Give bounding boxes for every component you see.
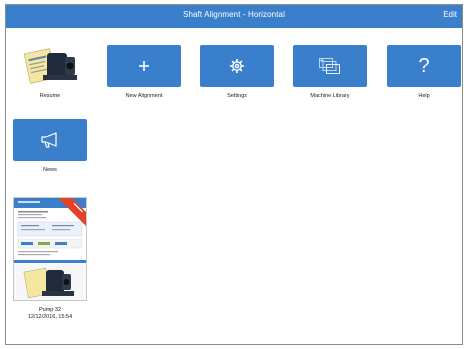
- device-image: [23, 48, 77, 84]
- resume-thumbnail: [13, 45, 87, 87]
- report-timestamp: 12/12/2016, 15:54: [27, 314, 73, 320]
- new-alignment-button[interactable]: [107, 45, 181, 87]
- help-button[interactable]: ?: [387, 45, 461, 87]
- report-tile[interactable]: Pump 32 12/12/2016, 15:54: [12, 197, 88, 321]
- machine-library-button[interactable]: [293, 45, 367, 87]
- machine-library-label: Machine Library: [310, 93, 350, 99]
- machine-library-tile[interactable]: Machine Library: [293, 45, 367, 99]
- megaphone-icon: [41, 132, 57, 148]
- news-tile[interactable]: News: [13, 119, 87, 173]
- page-title: Shaft Alignment - Horizontal: [183, 10, 285, 19]
- new-alignment-label: New Alignment: [125, 93, 163, 99]
- report-name: Pump 32: [38, 307, 61, 313]
- settings-label: Settings: [227, 93, 247, 99]
- edit-button[interactable]: Edit: [443, 10, 457, 19]
- new-alignment-tile[interactable]: New Alignment: [107, 45, 181, 99]
- news-button[interactable]: [13, 119, 87, 161]
- stacked-windows-icon: [319, 58, 340, 74]
- report-preview-image: [14, 198, 86, 300]
- news-label: News: [43, 167, 57, 173]
- resume-label: Resume: [39, 93, 61, 99]
- gear-icon: [230, 59, 244, 73]
- resume-tile[interactable]: Resume: [13, 45, 87, 99]
- report-thumbnail: [13, 197, 87, 301]
- settings-tile[interactable]: Settings: [200, 45, 274, 99]
- help-label: Help: [418, 93, 430, 99]
- plus-icon: [139, 61, 149, 71]
- app-window: Shaft Alignment - Horizontal Edit Resume: [5, 4, 463, 345]
- title-bar: Shaft Alignment - Horizontal Edit: [6, 5, 462, 28]
- question-mark-icon: ?: [418, 55, 430, 77]
- help-tile[interactable]: ? Help: [387, 45, 461, 99]
- settings-button[interactable]: [200, 45, 274, 87]
